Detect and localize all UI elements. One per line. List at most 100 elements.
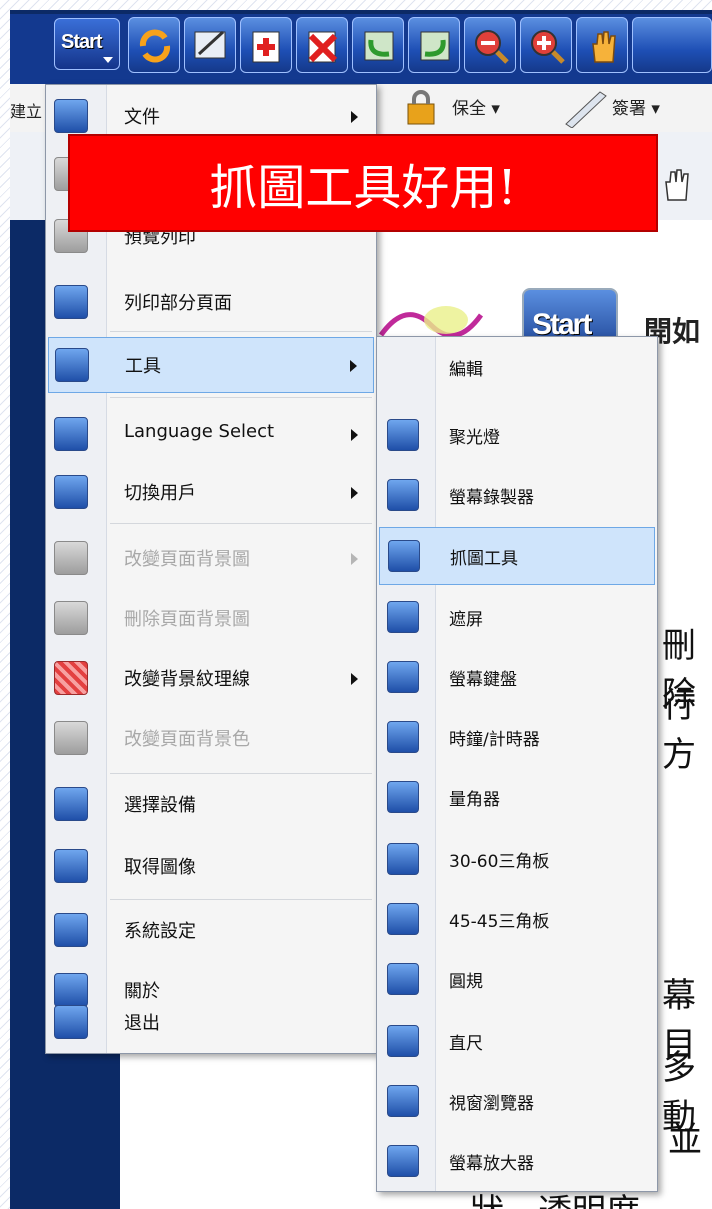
menu-separator [110,773,372,774]
previous-page-button[interactable] [352,17,404,73]
submenu-item-compass[interactable]: 圓規 [379,951,655,1009]
menu-item-label: 系統設定 [124,921,196,942]
menu-item-label: 切換用戶 [124,483,196,504]
hand-icon [592,31,616,63]
submenu-item-window-browser[interactable]: 視窗瀏覽器 [379,1073,655,1131]
menu-item-background-pattern[interactable]: 改變背景紋理線 [48,651,374,707]
submenu-item-clock-timer[interactable]: 時鐘/計時器 [379,709,655,767]
menu-item-label: 退出 [124,1013,160,1034]
callout-banner-text: 抓圖工具好用! [209,160,517,216]
submenu-item-label: 視窗瀏覽器 [449,1094,534,1114]
zoom-out-button[interactable] [464,17,516,73]
submenu-item-screen-magnifier[interactable]: 螢幕放大器 [379,1133,655,1191]
previous-page-icon [364,31,394,61]
chevron-right-icon [351,487,358,499]
submenu-item-label: 抓圖工具 [450,549,518,569]
menu-item-delete-page-background: 刪除頁面背景圖 [48,591,374,647]
submenu-item-ruler[interactable]: 直尺 [379,1013,655,1071]
menu-item-label: 文件 [124,107,160,128]
document-fragment-5: 並 [668,1120,702,1160]
select-device-icon [54,787,88,821]
chevron-right-icon [351,673,358,685]
submenu-item-on-screen-keyboard[interactable]: 螢幕鍵盤 [379,649,655,707]
app-window: Start 建立 保全 ▾ 簽署 ▾ Start 開如 刪除 行方 幕目 多動 … [0,0,712,1209]
snipping-tool-icon [388,540,420,572]
clock-timer-icon [387,721,419,753]
menu-item-exit[interactable]: 退出 [48,995,374,1051]
submenu-item-label: 編輯 [449,360,483,380]
pen-board-icon [194,30,226,59]
submenu-item-label: 聚光燈 [449,428,500,448]
menu-item-label: 選擇設備 [124,795,196,816]
delete-page-icon [308,31,338,63]
submenu-item-triangle-30-60[interactable]: 30-60三角板 [379,831,655,889]
submenu-item-label: 量角器 [449,790,500,810]
submenu-item-edit[interactable]: 編輯 [379,339,655,397]
screen-magnifier-icon [387,1145,419,1177]
toolbar-overflow[interactable] [632,17,712,73]
menu-item-label: 改變頁面背景圖 [124,549,250,570]
start-logo-text: Start [61,31,103,53]
menu-item-label: 改變背景紋理線 [124,669,250,690]
submenu-item-label: 螢幕錄製器 [449,488,534,508]
menu-item-label: 刪除頁面背景圖 [124,609,250,630]
menu-separator [110,523,372,524]
menu-item-tools[interactable]: 工具 [48,337,374,393]
chevron-down-icon [103,57,113,63]
delete-page-button[interactable] [296,17,348,73]
menu-item-change-background-color: 改變頁面背景色 [48,711,374,767]
triangle-45-45-icon [387,903,419,935]
ruler-icon [387,1025,419,1057]
menu-item-switch-user[interactable]: 切換用戶 [48,465,374,521]
security-dropdown[interactable]: 保全 ▾ [452,94,500,119]
menu-item-print-partial[interactable]: 列印部分頁面 [48,275,374,331]
document-icon [54,99,88,133]
submenu-item-label: 30-60三角板 [449,852,550,872]
next-page-button[interactable] [408,17,460,73]
menu-separator [110,331,372,332]
menu-item-system-settings[interactable]: 系統設定 [48,903,374,959]
menu-item-label: 工具 [125,356,161,377]
submenu-item-label: 圓規 [449,972,483,992]
submenu-item-label: 螢幕放大器 [449,1154,534,1174]
triangle-30-60-icon [387,843,419,875]
lock-icon [407,90,435,125]
pan-hand-button[interactable] [576,17,628,73]
zoom-in-button[interactable] [520,17,572,73]
refresh-button[interactable] [128,17,180,73]
menu-item-label: 取得圖像 [124,857,196,878]
start-menu-button[interactable]: Start [54,18,120,70]
menu-separator [110,899,372,900]
submenu-item-label: 遮屏 [449,610,483,630]
new-page-button[interactable] [240,17,292,73]
submenu-item-triangle-45-45[interactable]: 45-45三角板 [379,891,655,949]
chevron-right-icon [350,360,357,372]
menu-item-label: 改變頁面背景色 [124,729,250,750]
annotate-button[interactable] [184,17,236,73]
screen-recorder-icon [387,479,419,511]
pen-icon [565,91,607,128]
hand-tool-icon [665,169,689,201]
background-pattern-icon [54,661,88,695]
exit-icon [54,1005,88,1039]
system-settings-icon [54,913,88,947]
spotlight-icon [387,419,419,451]
background-color-icon [54,721,88,755]
submenu-item-screen-shade[interactable]: 遮屏 [379,589,655,647]
sign-dropdown[interactable]: 簽署 ▾ [612,94,660,119]
window-browser-icon [387,1085,419,1117]
chevron-right-icon [351,111,358,123]
menu-item-language-select[interactable]: Language Select [48,407,374,463]
submenu-item-spotlight[interactable]: 聚光燈 [379,407,655,465]
menu-item-acquire-image[interactable]: 取得圖像 [48,839,374,895]
add-page-icon [252,31,280,63]
document-fragment-2: 行方 [662,686,696,775]
menu-item-select-device[interactable]: 選擇設備 [48,777,374,833]
protractor-icon [387,781,419,813]
submenu-item-snipping-tool[interactable]: 抓圖工具 [379,527,655,585]
submenu-item-screen-recorder[interactable]: 螢幕錄製器 [379,467,655,525]
menu-item-label: 列印部分頁面 [124,293,232,314]
menu-item-change-page-background: 改變頁面背景圖 [48,531,374,587]
submenu-item-protractor[interactable]: 量角器 [379,769,655,827]
on-screen-keyboard-icon [387,661,419,693]
